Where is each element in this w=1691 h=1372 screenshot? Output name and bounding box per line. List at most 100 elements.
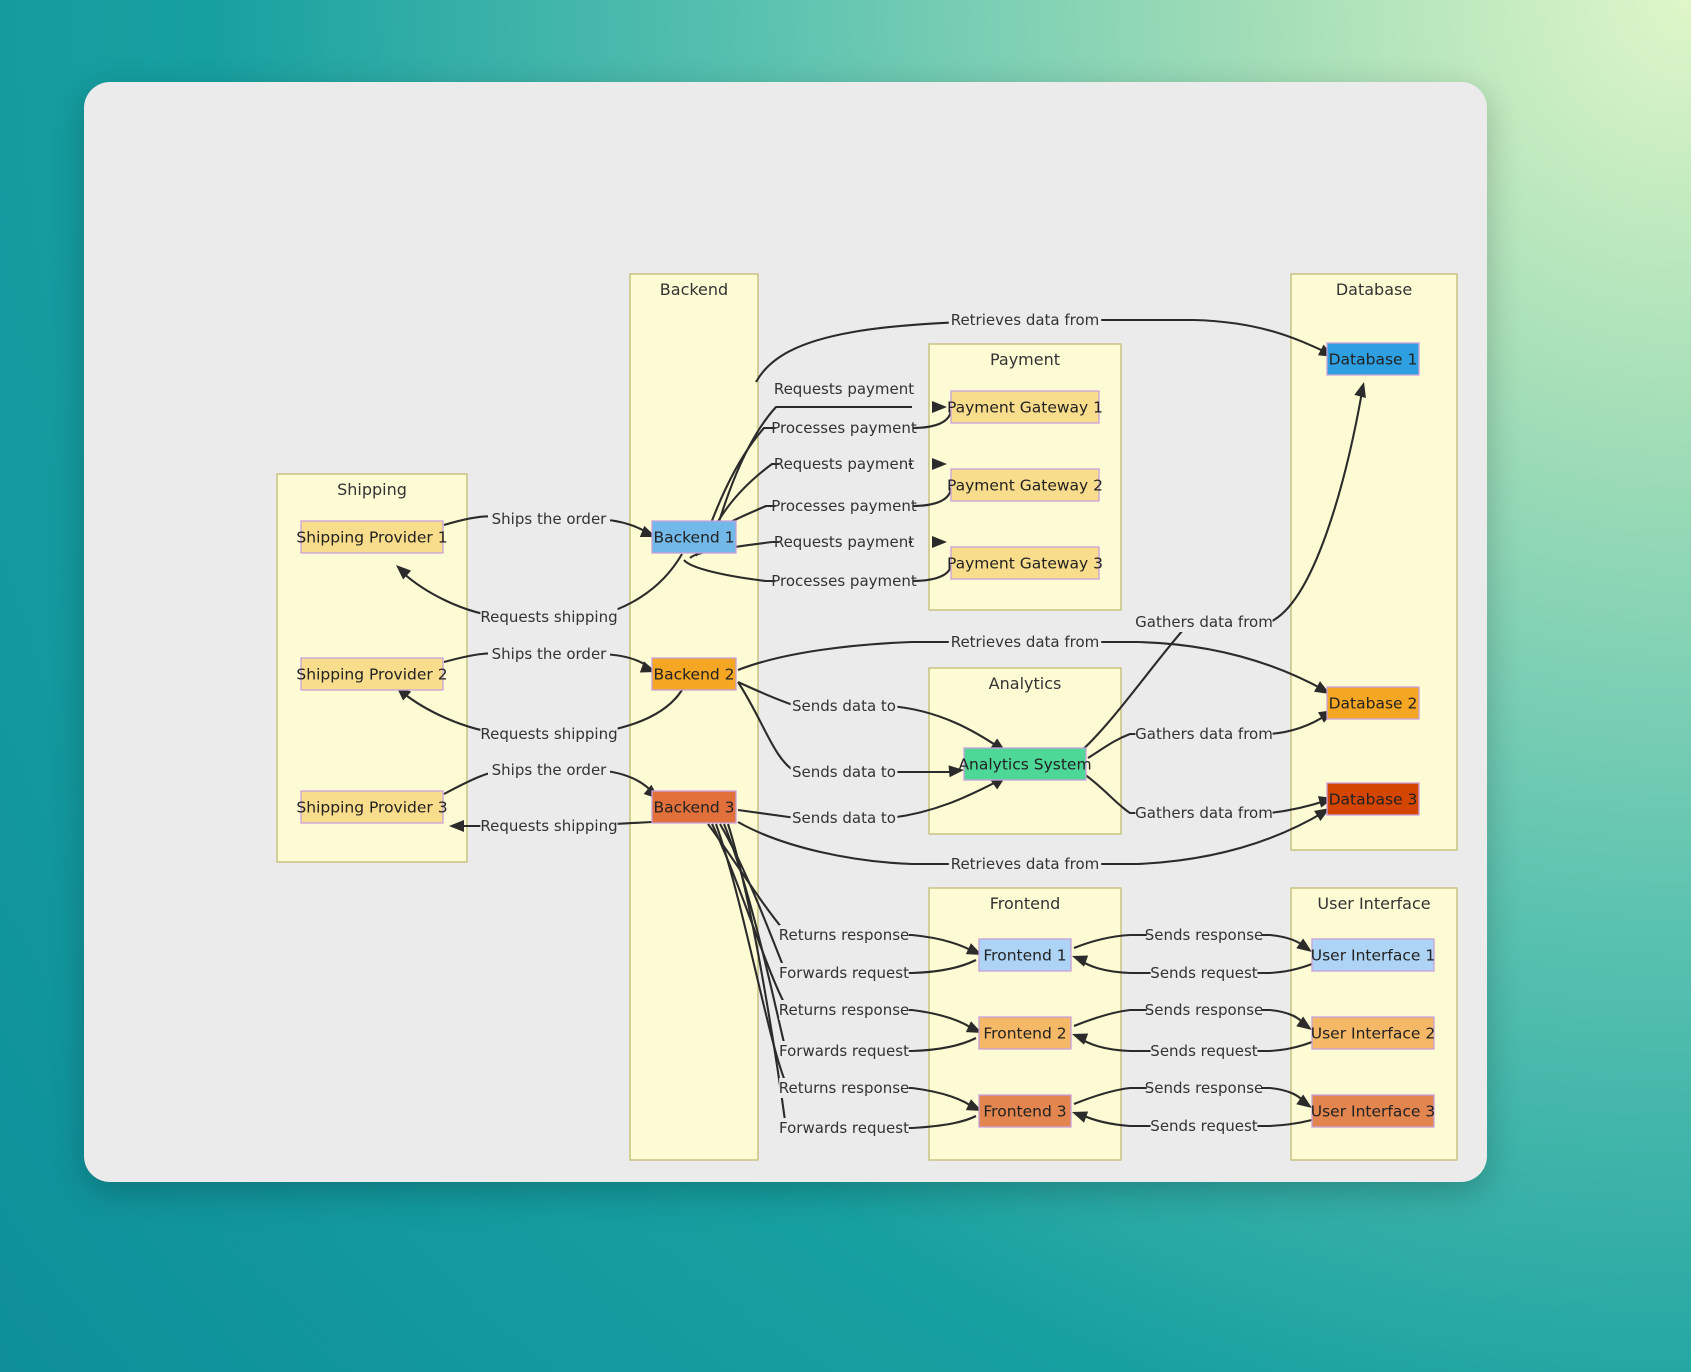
node-label: Shipping Provider 1 <box>296 529 447 547</box>
node-label: Frontend 3 <box>983 1103 1066 1121</box>
edge-label-text: Retrieves data from <box>951 311 1100 329</box>
edge-label-group: Retrieves data from Requests payment Proce… <box>480 310 1273 1138</box>
edge-label-text: Processes payment <box>771 419 917 437</box>
edge-label-text: Sends request <box>1150 1117 1257 1135</box>
cluster-title: Backend <box>660 280 728 299</box>
node-label: Backend 3 <box>653 799 734 817</box>
edge-label-e04: Requests payment <box>774 454 914 474</box>
edge-label-text: Returns response <box>779 926 910 944</box>
node-fe2[interactable]: Frontend 2 <box>978 1016 1072 1050</box>
edge-label-e15: Sends data to <box>790 696 898 716</box>
edge-label-e20: Sends data to <box>790 808 898 828</box>
edge-label-e03: Processes payment <box>771 418 917 438</box>
edge-label-text: Requests payment <box>774 380 914 398</box>
edge-label-text: Returns response <box>779 1079 910 1097</box>
edge-label-e23: Forwards request <box>779 963 909 983</box>
node-be1[interactable]: Backend 1 <box>651 520 737 554</box>
node-an1[interactable]: Analytics System <box>958 747 1092 781</box>
edge-label-e18: Sends data to <box>790 762 898 782</box>
edge-label-e21: Retrieves data from <box>948 854 1102 874</box>
node-sp2[interactable]: Shipping Provider 2 <box>296 657 448 691</box>
edge-label-text: Sends data to <box>792 763 896 781</box>
edge-label-e05: Processes payment <box>771 496 917 516</box>
cluster-title: Frontend <box>990 894 1061 913</box>
edge-label-text: Ships the order <box>492 510 608 528</box>
node-label: Payment Gateway 1 <box>947 399 1103 417</box>
node-ui2[interactable]: User Interface 2 <box>1311 1016 1435 1050</box>
edge-label-e08: Ships the order <box>488 509 610 529</box>
edge-label-e11: Requests shipping <box>480 724 618 744</box>
node-pg1[interactable]: Payment Gateway 1 <box>947 390 1103 424</box>
node-label: Shipping Provider 2 <box>296 666 447 684</box>
node-pg3[interactable]: Payment Gateway 3 <box>947 546 1103 580</box>
edge-label-text: Requests payment <box>774 455 914 473</box>
edge-label-e32: Sends response <box>1145 1078 1264 1098</box>
cluster-title: Payment <box>990 350 1060 369</box>
edge-label-e28: Sends response <box>1145 925 1263 945</box>
edge-label-text: Requests shipping <box>480 608 617 626</box>
node-fe3[interactable]: Frontend 3 <box>978 1094 1072 1128</box>
edge-label-text: Processes payment <box>771 572 917 590</box>
edge-label-text: Retrieves data from <box>951 855 1100 873</box>
edge-label-e33: Sends request <box>1150 1116 1258 1136</box>
edge-label-text: Gathers data from <box>1135 613 1273 631</box>
edge-label-text: Sends request <box>1150 964 1257 982</box>
edge-label-e25: Forwards request <box>779 1041 909 1061</box>
node-label: Payment Gateway 2 <box>947 477 1103 495</box>
node-label: Shipping Provider 3 <box>296 799 447 817</box>
node-fe1[interactable]: Frontend 1 <box>978 938 1072 972</box>
cluster-title: Database <box>1336 280 1412 299</box>
edge-label-e22: Returns response <box>779 925 910 945</box>
edge-label-text: Requests shipping <box>480 817 617 835</box>
node-sp3[interactable]: Shipping Provider 3 <box>296 790 448 824</box>
edge-label-text: Forwards request <box>779 964 909 982</box>
edge-label-e14: Retrieves data from <box>948 632 1102 652</box>
node-label: User Interface 1 <box>1311 947 1435 965</box>
edge-label-text: Processes payment <box>771 497 917 515</box>
edge-label-text: Returns response <box>779 1001 910 1019</box>
edge-label-e19: Gathers data from <box>1135 803 1273 823</box>
node-db2[interactable]: Database 2 <box>1326 686 1420 720</box>
node-label: User Interface 2 <box>1311 1025 1435 1043</box>
edge-label-e07: Processes payment <box>771 571 917 591</box>
edge-label-e17: Gathers data from <box>1135 724 1273 744</box>
edge-label-e26: Returns response <box>779 1078 910 1098</box>
edge-label-text: Gathers data from <box>1135 725 1273 743</box>
node-label: Analytics System <box>958 756 1091 774</box>
edge-label-text: Retrieves data from <box>951 633 1100 651</box>
edge-label-e30: Sends response <box>1145 1000 1264 1020</box>
node-db3[interactable]: Database 3 <box>1326 782 1420 816</box>
node-label: Backend 2 <box>653 666 734 684</box>
node-be3[interactable]: Backend 3 <box>651 790 737 824</box>
edge-label-text: Requests shipping <box>480 725 617 743</box>
node-be2[interactable]: Backend 2 <box>651 657 737 691</box>
node-db1[interactable]: Database 1 <box>1326 342 1420 376</box>
node-sp1[interactable]: Shipping Provider 1 <box>296 520 448 554</box>
edge-label-text: Sends response <box>1145 1079 1264 1097</box>
edge-label-text: Ships the order <box>492 761 608 779</box>
edge-label-e02: Requests payment <box>774 379 914 399</box>
diagram-canvas: Shipping Backend Payment Analytics Frontend D… <box>84 82 1487 1182</box>
node-label: Payment Gateway 3 <box>947 555 1103 573</box>
edge-label-text: Forwards request <box>779 1119 909 1137</box>
cluster-title: Analytics <box>989 674 1062 693</box>
architecture-diagram: Shipping Backend Payment Analytics Frontend D… <box>276 273 1458 1161</box>
node-ui3[interactable]: User Interface 3 <box>1311 1094 1435 1128</box>
node-ui1[interactable]: User Interface 1 <box>1311 938 1435 972</box>
edge-label-text: Sends response <box>1145 1001 1264 1019</box>
node-label: Database 3 <box>1329 791 1418 809</box>
edge-label-text: Sends data to <box>792 697 896 715</box>
cluster-title: Shipping <box>337 480 407 499</box>
cluster-title: User Interface <box>1317 894 1430 913</box>
edge-label-e24: Returns response <box>779 1000 910 1020</box>
node-label: Database 2 <box>1329 695 1418 713</box>
edge-label-text: Requests payment <box>774 533 914 551</box>
edge-label-e10: Ships the order <box>488 644 610 664</box>
edge-label-e13: Requests shipping <box>480 816 618 836</box>
edge-label-e09: Requests shipping <box>480 607 618 627</box>
edge-label-text: Sends request <box>1150 1042 1257 1060</box>
edge-label-e27: Forwards request <box>779 1118 909 1138</box>
node-pg2[interactable]: Payment Gateway 2 <box>947 468 1103 502</box>
edge-label-e29: Sends request <box>1150 963 1258 983</box>
edge-label-text: Gathers data from <box>1135 804 1273 822</box>
